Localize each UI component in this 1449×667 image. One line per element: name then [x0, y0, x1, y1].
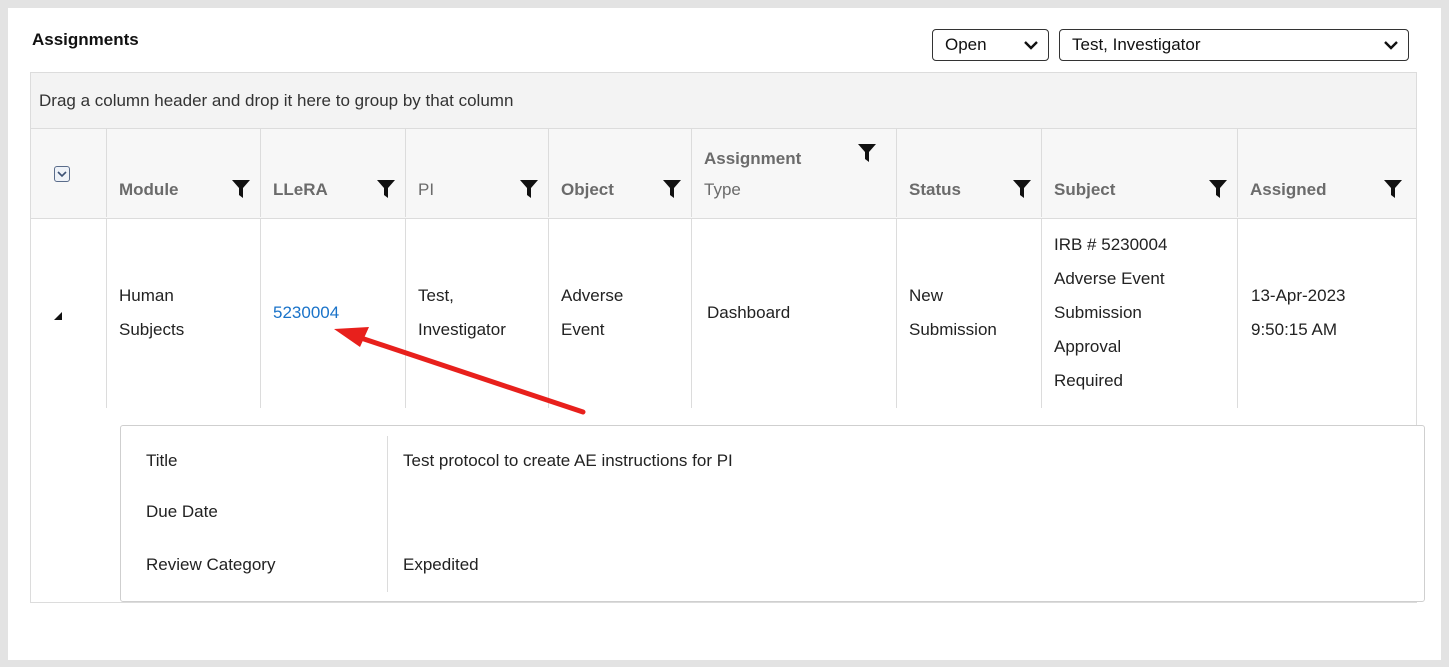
cell-text: Test, Investigator: [406, 279, 506, 347]
column-label: Status: [909, 180, 961, 199]
cell-line: Subjects: [119, 320, 185, 339]
cell-line: Required: [1054, 371, 1123, 390]
filter-icon[interactable]: [1209, 179, 1227, 199]
detail-divider: [387, 436, 388, 592]
detail-title-value: Test protocol to create AE instructions …: [403, 451, 733, 470]
cell-line: New: [909, 286, 944, 305]
column-label: PI: [418, 180, 435, 199]
column-label: Assignment Type: [704, 143, 801, 205]
user-filter-select[interactable]: Test, Investigator: [1059, 29, 1409, 61]
cell-line: Test,: [418, 286, 454, 305]
column-header-assignment-type[interactable]: Assignment Type: [691, 129, 896, 217]
cell-subject: IRB # 5230004 Adverse Event Submission A…: [1041, 218, 1237, 408]
filter-icon[interactable]: [520, 179, 538, 199]
cell-line: Investigator: [418, 320, 506, 339]
filter-icon[interactable]: [1384, 179, 1402, 199]
cell-line: Human: [119, 286, 174, 305]
cell-line: Event: [561, 320, 605, 339]
filter-icon[interactable]: [232, 179, 250, 199]
cell-line: 13-Apr-2023: [1251, 286, 1346, 305]
header-expand-cell: [31, 129, 106, 217]
user-filter-value: Test, Investigator: [1072, 35, 1201, 54]
filter-icon[interactable]: [377, 179, 395, 199]
column-label: Assigned: [1250, 180, 1327, 199]
cell-text: 13-Apr-2023 9:50:15 AM: [1238, 279, 1346, 347]
row-toggle-cell[interactable]: [31, 218, 106, 408]
status-filter-value: Open: [945, 35, 987, 54]
detail-title-label: Title: [146, 451, 178, 470]
cell-line: IRB # 5230004: [1054, 235, 1168, 254]
cell-line: Submission: [1054, 303, 1142, 322]
collapse-caret-icon[interactable]: [54, 312, 62, 320]
filter-icon[interactable]: [663, 179, 681, 199]
cell-text: IRB # 5230004 Adverse Event Submission A…: [1042, 228, 1167, 398]
cell-line: Adverse: [561, 286, 624, 305]
cell-status: New Submission: [896, 218, 1041, 408]
column-label: Module: [119, 180, 179, 199]
filter-icon[interactable]: [858, 143, 876, 163]
table-row: Human Subjects 5230004 Test, Investigato…: [31, 218, 1416, 408]
status-filter-select[interactable]: Open: [932, 29, 1049, 61]
assignments-grid: Drag a column header and drop it here to…: [30, 72, 1425, 603]
filter-icon[interactable]: [1013, 179, 1031, 199]
cell-line: Adverse Event: [1054, 269, 1165, 288]
detail-review-category-value: Expedited: [403, 555, 479, 574]
cell-module: Human Subjects: [106, 218, 260, 408]
column-label: Subject: [1054, 180, 1116, 199]
column-label: Object: [561, 180, 614, 199]
llera-link[interactable]: 5230004: [273, 303, 339, 322]
column-header-module[interactable]: Module: [106, 129, 260, 217]
cell-pi: Test, Investigator: [405, 218, 548, 408]
detail-review-category-label: Review Category: [146, 555, 276, 574]
column-header-assigned[interactable]: Assigned: [1237, 129, 1416, 217]
cell-line: 9:50:15 AM: [1251, 320, 1338, 339]
cell-line: Approval: [1054, 337, 1122, 356]
cell-assigned: 13-Apr-2023 9:50:15 AM: [1237, 218, 1416, 408]
group-by-drop-zone[interactable]: Drag a column header and drop it here to…: [31, 73, 1416, 129]
expand-all-icon[interactable]: [54, 166, 70, 182]
column-header-object[interactable]: Object: [548, 129, 691, 217]
cell-text: Human Subjects: [107, 279, 184, 347]
column-header-pi[interactable]: PI: [405, 129, 548, 217]
column-label: LLeRA: [273, 180, 328, 199]
column-label-line: Assignment: [704, 149, 802, 168]
cell-line: Submission: [909, 320, 997, 339]
cell-line: Dashboard: [707, 303, 791, 322]
cell-object: Adverse Event: [548, 218, 691, 408]
column-header-subject[interactable]: Subject: [1041, 129, 1237, 217]
column-header-status[interactable]: Status: [896, 129, 1041, 217]
chevron-down-icon: [1024, 38, 1038, 52]
row-detail-panel: Title Test protocol to create AE instruc…: [120, 425, 1425, 602]
detail-due-date-label: Due Date: [146, 502, 218, 521]
column-label-line: Type: [704, 180, 741, 199]
cell-text: Adverse Event: [549, 279, 623, 347]
cell-llera: 5230004: [260, 218, 405, 408]
column-header-llera[interactable]: LLeRA: [260, 129, 405, 217]
panel-title: Assignments: [32, 30, 139, 49]
cell-assignment-type: Dashboard: [691, 218, 896, 408]
group-by-hint: Drag a column header and drop it here to…: [39, 90, 514, 110]
chevron-down-icon: [1384, 38, 1398, 52]
cell-text: 5230004: [261, 296, 339, 330]
cell-text: New Submission: [897, 279, 997, 347]
grid-header: Module LLeRA PI Object Assignment Type S…: [31, 129, 1416, 219]
assignments-panel: Assignments Open Test, Investigator Drag…: [8, 8, 1441, 660]
